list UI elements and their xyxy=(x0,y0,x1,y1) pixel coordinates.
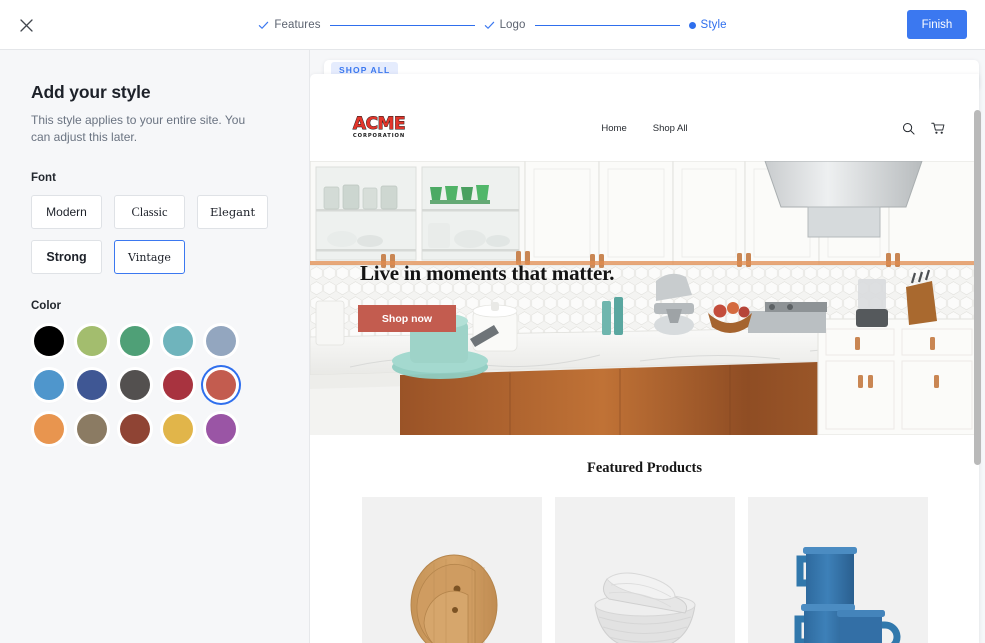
font-option-vintage[interactable]: Vintage xyxy=(114,240,185,274)
color-swatch-fill xyxy=(77,414,107,444)
color-swatch-fill xyxy=(206,370,236,400)
step-logo[interactable]: Logo xyxy=(484,19,526,31)
font-option-grid: Modern Classic Elegant Strong Vintage xyxy=(31,195,279,274)
step-style[interactable]: Style xyxy=(688,19,727,31)
dot-icon xyxy=(688,21,696,29)
blue-enamel-mugs-image xyxy=(747,497,928,643)
font-section-label: Font xyxy=(31,172,56,184)
cart-icon[interactable] xyxy=(931,122,945,135)
top-bar: Features Logo Style Finish xyxy=(0,0,985,50)
color-swatch-gold[interactable] xyxy=(160,411,196,447)
color-swatch-emerald[interactable] xyxy=(117,323,153,359)
color-swatch-fill xyxy=(77,370,107,400)
color-swatch-fill xyxy=(120,370,150,400)
font-option-classic[interactable]: Classic xyxy=(114,195,185,229)
color-swatch-taupe[interactable] xyxy=(74,411,110,447)
color-section-label: Color xyxy=(31,300,62,312)
check-icon xyxy=(259,21,269,29)
finish-button[interactable]: Finish xyxy=(907,10,967,39)
color-swatch-fill xyxy=(34,370,64,400)
color-swatch-fill xyxy=(34,414,64,444)
hero-section: Live in moments that matter. Shop now xyxy=(310,161,979,435)
featured-products-section: Featured Products xyxy=(310,435,979,643)
site-nav-shop-all[interactable]: Shop All xyxy=(653,123,688,134)
font-option-modern[interactable]: Modern xyxy=(31,195,102,229)
font-option-strong[interactable]: Strong xyxy=(31,240,102,274)
color-swatch-fill xyxy=(163,326,193,356)
product-card-enamel-mugs[interactable] xyxy=(747,497,928,643)
page-title: Add your style xyxy=(31,82,151,102)
stepper-connector-1 xyxy=(329,24,475,26)
preview-scrollbar-thumb[interactable] xyxy=(974,110,981,465)
product-card-cutting-boards[interactable] xyxy=(361,497,542,643)
step-features-label: Features xyxy=(274,19,321,31)
color-swatch-teal[interactable] xyxy=(160,323,196,359)
site-preview-panel: SHOP ALL HOME ACME CORPORATION Home Shop… xyxy=(310,50,985,643)
site-header-icons xyxy=(902,122,945,135)
ceramic-bowls-image xyxy=(554,497,735,643)
color-swatch-black[interactable] xyxy=(31,323,67,359)
color-swatch-crimson[interactable] xyxy=(160,367,196,403)
style-editor-window: Features Logo Style Finish Add your styl… xyxy=(0,0,985,643)
color-swatch-fill xyxy=(34,326,64,356)
color-swatch-steel-blue[interactable] xyxy=(203,323,239,359)
color-swatch-fill xyxy=(206,414,236,444)
color-swatch-sage-green[interactable] xyxy=(74,323,110,359)
color-swatch-fill xyxy=(163,370,193,400)
color-swatch-purple[interactable] xyxy=(203,411,239,447)
color-swatch-rust-brown[interactable] xyxy=(117,411,153,447)
wooden-cutting-boards-image xyxy=(361,497,542,643)
preview-card-front: HOME ACME CORPORATION Home Shop All xyxy=(310,74,979,643)
site-nav: Home Shop All xyxy=(310,123,979,134)
featured-products-title: Featured Products xyxy=(586,460,703,476)
color-swatch-indigo[interactable] xyxy=(74,367,110,403)
page-subtitle: This style applies to your entire site. … xyxy=(31,113,246,144)
site-nav-home[interactable]: Home xyxy=(601,123,626,134)
color-swatch-fill xyxy=(120,414,150,444)
hero-headline: Live in moments that matter. xyxy=(360,261,615,285)
product-card-ceramic-bowls[interactable] xyxy=(554,497,735,643)
step-style-label: Style xyxy=(700,19,727,31)
color-swatch-orange[interactable] xyxy=(31,411,67,447)
color-swatch-charcoal[interactable] xyxy=(117,367,153,403)
color-swatch-fill xyxy=(206,326,236,356)
hero-kitchen-image xyxy=(310,161,979,435)
color-swatch-fill xyxy=(120,326,150,356)
check-icon xyxy=(484,21,494,29)
color-swatch-grid xyxy=(31,323,279,447)
preview-scrollbar[interactable] xyxy=(974,82,981,627)
step-logo-label: Logo xyxy=(499,19,526,31)
site-header: ACME CORPORATION Home Shop All xyxy=(310,96,979,161)
color-swatch-fill xyxy=(163,414,193,444)
search-icon[interactable] xyxy=(902,122,915,135)
font-option-elegant[interactable]: Elegant xyxy=(197,195,268,229)
color-swatch-fill xyxy=(77,326,107,356)
color-swatch-terracotta[interactable] xyxy=(203,367,239,403)
hero-cta-button[interactable]: Shop now xyxy=(358,305,456,332)
onboarding-stepper: Features Logo Style xyxy=(0,0,985,50)
product-row xyxy=(310,497,979,643)
step-features[interactable]: Features xyxy=(258,19,320,31)
style-sidebar: Add your style This style applies to you… xyxy=(0,50,310,643)
color-swatch-sky-blue[interactable] xyxy=(31,367,67,403)
site-canvas: ACME CORPORATION Home Shop All Live in m… xyxy=(310,96,979,643)
stepper-connector-2 xyxy=(534,24,680,26)
